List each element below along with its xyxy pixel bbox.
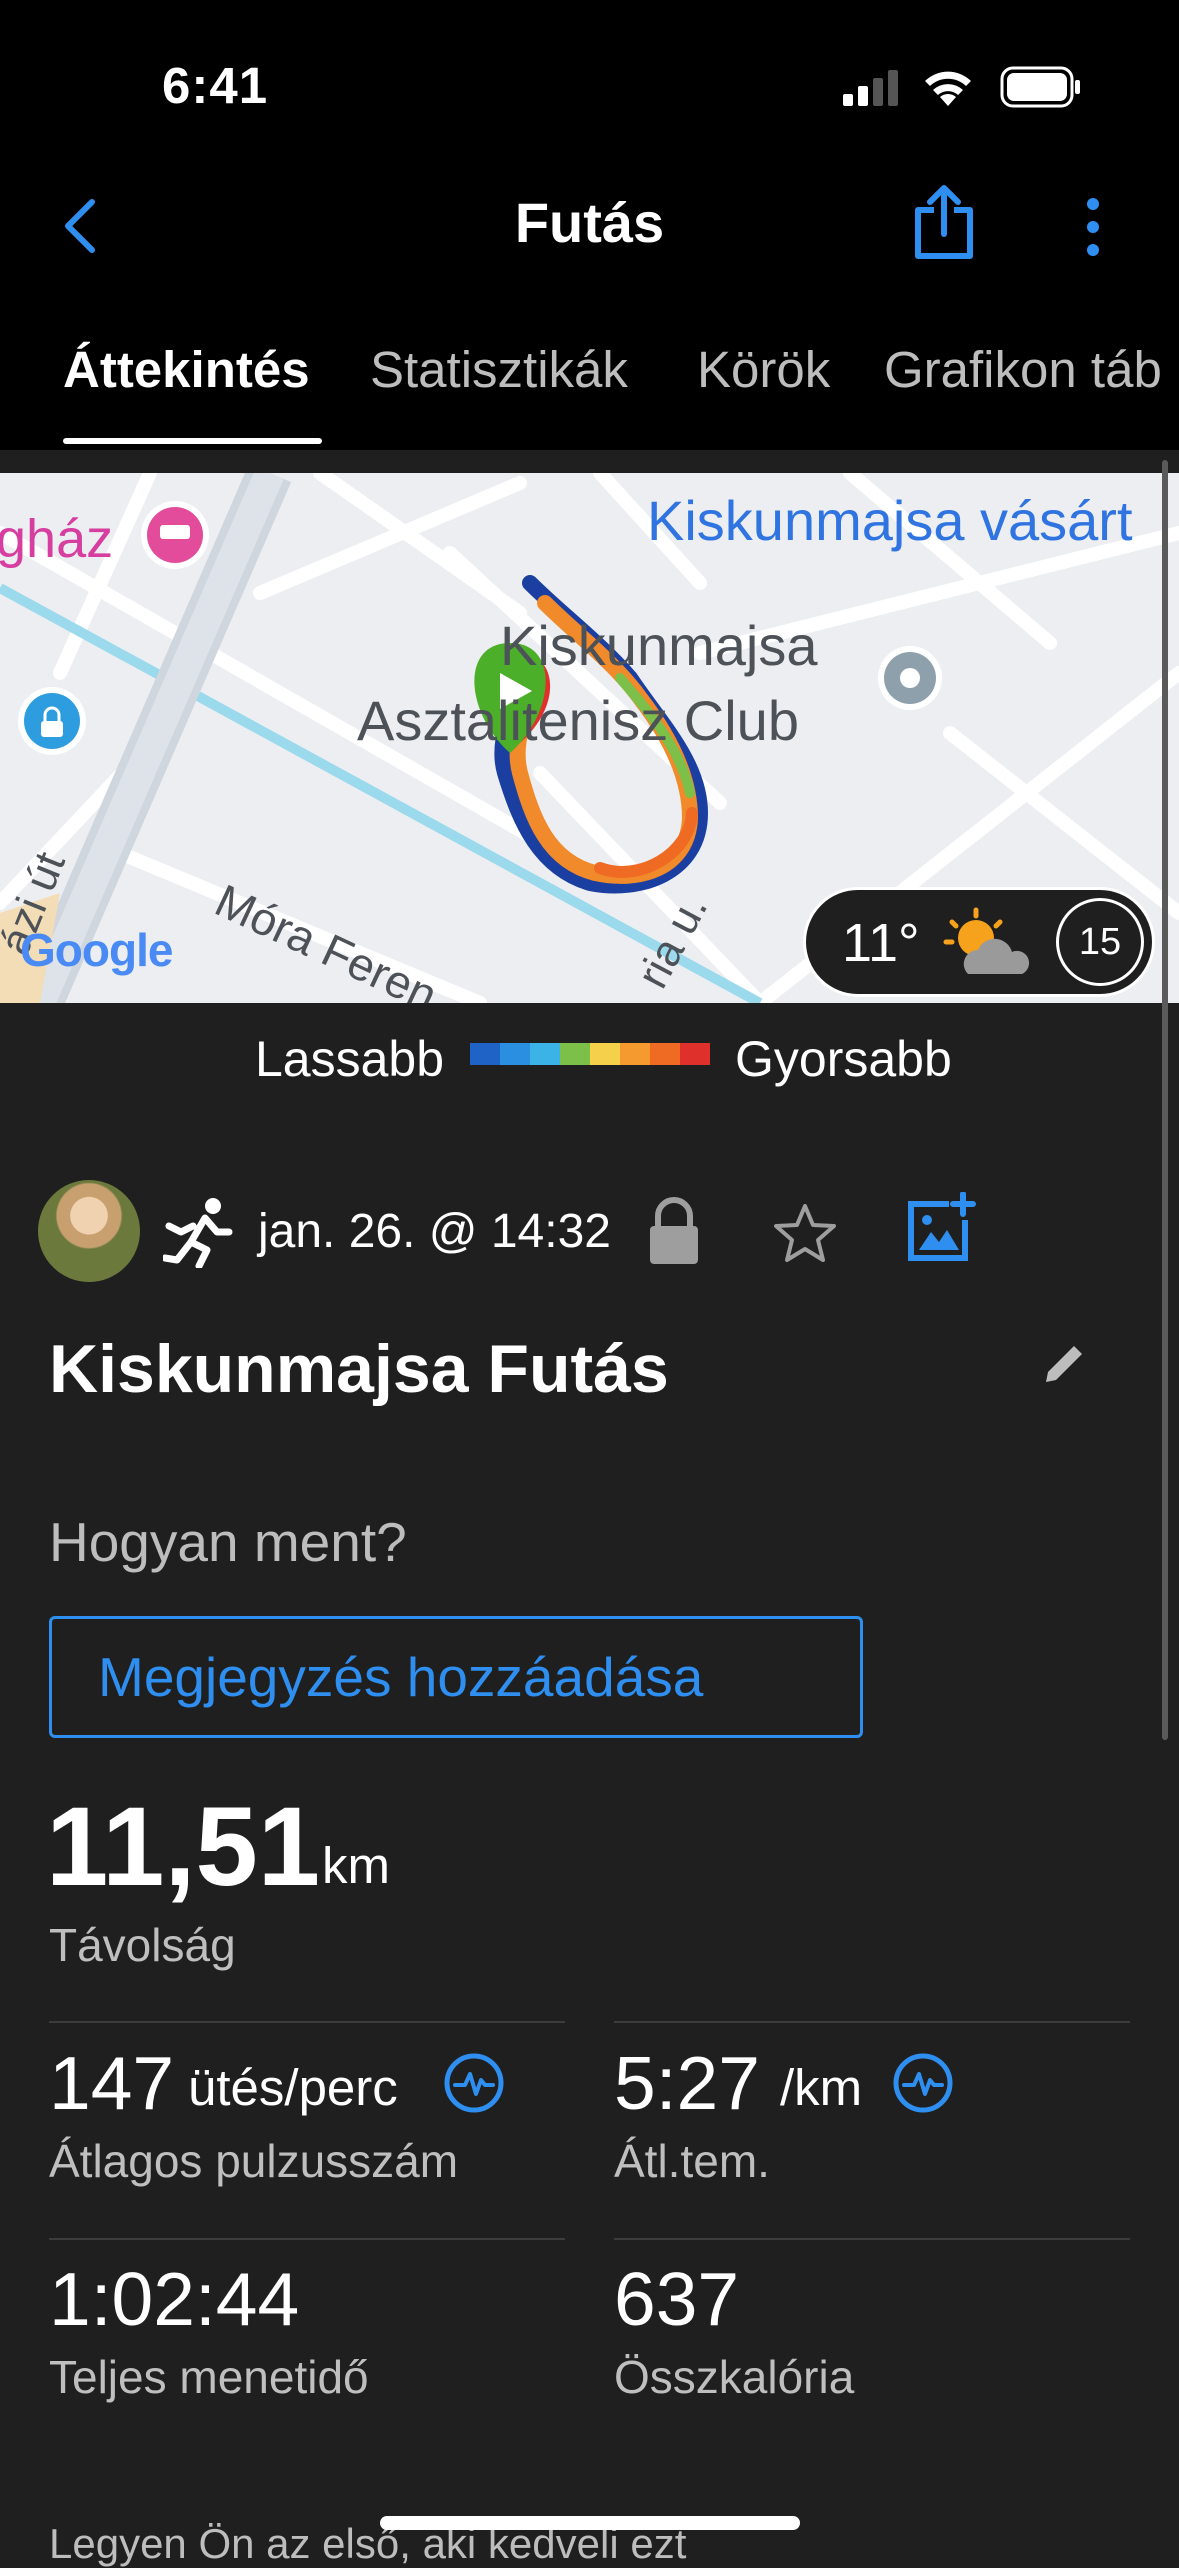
avg-hr-unit: ütés/perc [188,2059,398,2116]
activity-name: Kiskunmajsa Futás [49,1331,669,1407]
map-label-club-line1: Kiskunmajsa [500,614,818,677]
active-tab-indicator [63,438,322,444]
map-label-market: Kiskunmajsa vásárt [647,489,1133,552]
avg-pace-label: Átl.tem. [614,2135,770,2187]
legend-color-swatch [590,1043,620,1065]
tab-bar: Áttekintés Statisztikák Körök Grafikon t… [0,320,1179,450]
scrollbar[interactable] [1162,460,1168,1740]
home-indicator [380,2516,800,2530]
wind-indicator: 15 [1056,898,1144,986]
avg-hr-label: Átlagos pulzusszám [49,2135,459,2187]
route-map[interactable]: gház Kiskunmajsa vásárt Kiskunmajsa Aszt… [0,473,1179,1003]
divider [614,2238,1130,2240]
tab-laps[interactable]: Körök [697,340,830,399]
avatar[interactable] [38,1180,140,1282]
map-label-place: gház [0,509,114,569]
avg-pace-unit: /km [780,2059,863,2116]
google-logo: Google [20,924,173,976]
legend-color-swatch [680,1043,710,1065]
add-note-button-label: Megjegyzés hozzáadása [98,1646,704,1708]
total-time-value: 1:02:44 [49,2257,300,2341]
legend-color-swatch [650,1043,680,1065]
divider [49,2021,565,2023]
total-time-label: Teljes menetidő [49,2351,369,2403]
activity-datetime: jan. 26. @ 14:32 [258,1205,611,1258]
divider [49,2238,565,2240]
legend-faster-label: Gyorsabb [735,1031,952,1087]
lock-icon[interactable] [646,1196,702,1266]
battery-icon [1000,66,1080,108]
divider [614,2021,1130,2023]
edit-pencil-icon[interactable] [1040,1340,1088,1388]
legend-color-swatch [530,1043,560,1065]
partly-sunny-icon [943,907,1030,974]
more-options-icon[interactable] [1083,196,1103,258]
status-time: 6:41 [162,57,269,114]
page-title: Futás [514,191,665,254]
pace-activity-icon[interactable] [892,2052,954,2114]
tab-charts[interactable]: Grafikon táb [884,340,1162,399]
add-photo-icon[interactable] [905,1192,977,1264]
distance-value: 11,51 [46,1784,321,1909]
running-icon [163,1198,233,1268]
cellular-signal-icon [843,70,898,106]
weather-temperature: 11° [842,913,920,973]
feedback-prompt: Hogyan ment? [49,1511,407,1573]
map-label-club-line2: Asztalitenisz Club [357,689,799,752]
calories-value: 637 [614,2257,740,2341]
avg-pace-value: 5:27 [614,2041,760,2125]
wifi-icon [925,71,971,106]
add-note-button[interactable]: Megjegyzés hozzáadása [49,1616,863,1738]
legend-color-swatch [500,1043,530,1065]
legend-color-swatch [620,1043,650,1065]
tab-overview[interactable]: Áttekintés [63,340,310,399]
legend-color-swatch [470,1043,500,1065]
distance-label: Távolság [49,1919,236,1971]
distance-unit: km [322,1837,390,1894]
weather-badge: 11° 15 [803,887,1155,997]
tab-statistics[interactable]: Statisztikák [370,340,628,399]
favorite-star-icon[interactable] [772,1202,838,1264]
calories-label: Összkalória [614,2351,855,2403]
heart-rate-activity-icon[interactable] [443,2052,505,2114]
legend-color-swatch [560,1043,590,1065]
share-icon[interactable] [912,182,976,262]
avg-hr-value: 147 [49,2041,175,2125]
legend-slower-label: Lassabb [255,1031,445,1087]
wind-speed: 15 [1078,921,1122,963]
pace-color-scale [470,1043,710,1065]
